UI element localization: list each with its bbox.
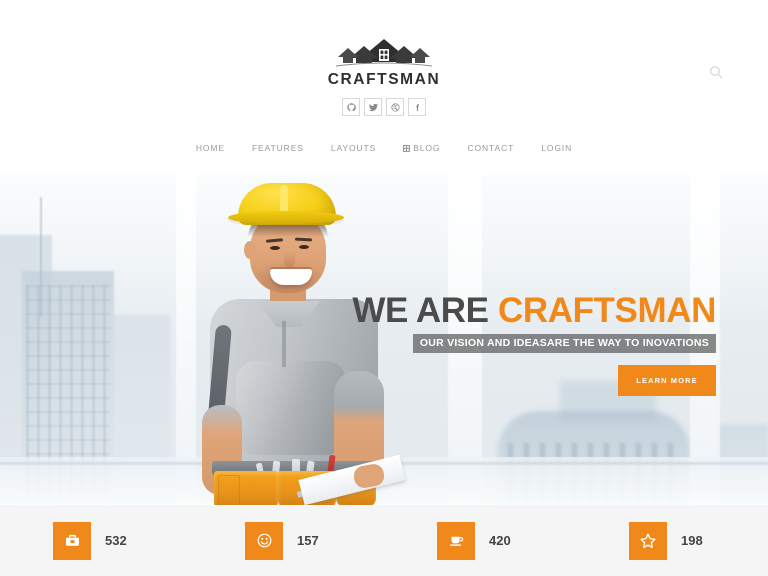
hero-title-accent: CRAFTSMAN: [497, 291, 716, 330]
stats-counter-bar: 532 157 420 198: [0, 505, 768, 576]
twitter-icon: [368, 103, 378, 111]
page-root: CRAFTSMAN HOME FEATURES LAYOUTS BLOG CON…: [0, 0, 768, 576]
nav-item-home[interactable]: HOME: [196, 143, 225, 153]
nav-item-layouts[interactable]: LAYOUTS: [331, 143, 376, 153]
counter-item: 532: [0, 521, 192, 560]
star-icon: [640, 533, 656, 548]
counter-icon-box: [437, 521, 475, 560]
counter-value: 420: [489, 533, 511, 548]
nav-item-label: LOGIN: [541, 143, 573, 153]
site-header: CRAFTSMAN HOME FEATURES LAYOUTS BLOG CON…: [0, 0, 768, 175]
briefcase-icon: [65, 534, 79, 546]
logo[interactable]: CRAFTSMAN: [0, 36, 768, 89]
learn-more-button[interactable]: LEARN MORE: [618, 365, 716, 396]
social-link-twitter[interactable]: [364, 98, 382, 116]
window-pillar: [176, 175, 196, 505]
nav-item-label: BLOG: [413, 143, 441, 153]
counter-value: 532: [105, 533, 127, 548]
counter-value: 198: [681, 533, 703, 548]
hero-content: WE ARE CRAFTSMAN OUR VISION AND IDEASARE…: [348, 293, 716, 396]
hero-subtitle: OUR VISION AND IDEASARE THE WAY TO INOVA…: [412, 334, 716, 353]
social-link-dribbble[interactable]: [386, 98, 404, 116]
nav-item-features[interactable]: FEATURES: [252, 143, 304, 153]
counter-icon-box: [245, 521, 283, 560]
social-links: [0, 98, 768, 116]
counter-item: 420: [384, 521, 576, 560]
crane-mast: [40, 197, 42, 317]
nav-item-blog[interactable]: BLOG: [403, 143, 440, 153]
shirt-fold: [236, 361, 346, 455]
social-link-facebook[interactable]: [408, 98, 426, 116]
worker-eye: [299, 245, 309, 249]
shirt-placket: [282, 321, 286, 367]
coffee-cup-icon: [449, 536, 463, 546]
worker-eye: [270, 246, 280, 250]
social-link-github[interactable]: [342, 98, 360, 116]
logo-text: CRAFTSMAN: [327, 71, 441, 88]
worker-nose: [284, 251, 295, 267]
dribbble-icon: [390, 102, 400, 112]
main-navigation: HOME FEATURES LAYOUTS BLOG CONTACT LOGIN: [0, 143, 768, 153]
hero-title-plain: WE ARE: [352, 291, 498, 330]
counter-icon-box: [53, 521, 91, 560]
nav-item-label: HOME: [195, 143, 225, 153]
counter-item: 198: [576, 521, 768, 560]
worker-ear: [244, 241, 256, 259]
grid-badge-icon: [403, 144, 411, 152]
github-icon: [346, 102, 356, 111]
pouch-seam: [218, 475, 240, 505]
counter-icon-box: [629, 521, 667, 560]
counter-value: 157: [297, 533, 319, 548]
nav-item-contact[interactable]: CONTACT: [467, 143, 514, 153]
nav-item-label: FEATURES: [251, 143, 304, 153]
nav-item-label: LAYOUTS: [330, 143, 377, 153]
counter-item: 157: [192, 521, 384, 560]
worker-smile: [270, 269, 312, 285]
nav-item-label: CONTACT: [467, 143, 515, 153]
hero-banner: WE ARE CRAFTSMAN OUR VISION AND IDEASARE…: [0, 175, 768, 505]
hard-hat-brim: [228, 211, 344, 224]
nav-item-login[interactable]: LOGIN: [541, 143, 572, 153]
smiley-face-icon: [257, 533, 271, 548]
hero-title: WE ARE CRAFTSMAN: [348, 293, 716, 328]
house-roofs-icon: [335, 39, 433, 67]
facebook-icon: [415, 103, 419, 111]
